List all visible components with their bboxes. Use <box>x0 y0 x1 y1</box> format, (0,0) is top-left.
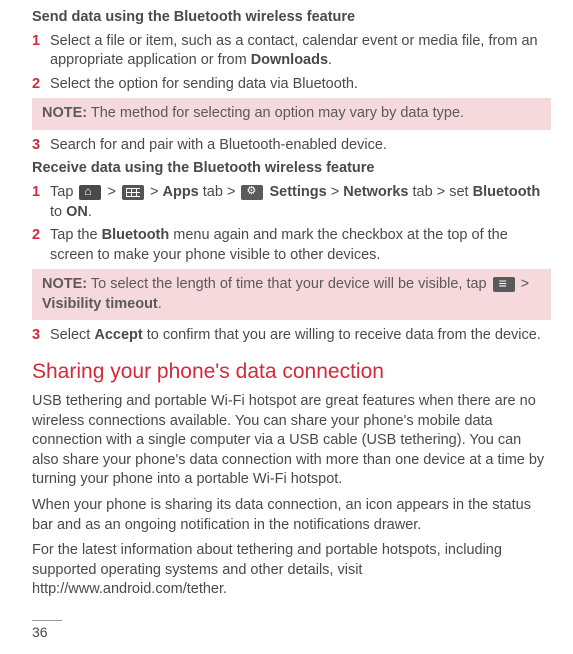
step-text: Select a file or item, such as a contact… <box>50 32 551 71</box>
sharing-title: Sharing your phone's data connection <box>32 358 551 386</box>
home-icon <box>79 185 101 200</box>
sharing-paragraph-3: For the latest information about tetheri… <box>32 541 551 600</box>
note-text: The method for selecting an option may v… <box>87 105 464 121</box>
settings-gear-icon <box>241 185 263 200</box>
step-text: Select Accept to confirm that you are wi… <box>50 326 551 346</box>
step-number: 1 <box>32 183 50 222</box>
step-text: Tap the Bluetooth menu again and mark th… <box>50 226 551 265</box>
send-step-2: 2 Select the option for sending data via… <box>32 75 551 95</box>
step-number: 3 <box>32 326 50 346</box>
step-text: Tap > > Apps tab > Settings > Networks t… <box>50 183 551 222</box>
note-box-2: NOTE: To select the length of time that … <box>32 269 551 320</box>
send-step-3: 3 Search for and pair with a Bluetooth-e… <box>32 136 551 156</box>
sharing-paragraph-2: When your phone is sharing its data conn… <box>32 496 551 535</box>
note-box-1: NOTE: The method for selecting an option… <box>32 98 551 130</box>
receive-step-1: 1 Tap > > Apps tab > Settings > Networks… <box>32 183 551 222</box>
send-heading: Send data using the Bluetooth wireless f… <box>32 8 551 28</box>
step-number: 2 <box>32 75 50 95</box>
sharing-paragraph-1: USB tethering and portable Wi-Fi hotspot… <box>32 392 551 490</box>
note-text: To select the length of time that your d… <box>87 276 491 292</box>
receive-step-2: 2 Tap the Bluetooth menu again and mark … <box>32 226 551 265</box>
send-step-1: 1 Select a file or item, such as a conta… <box>32 32 551 71</box>
step-text: Select the option for sending data via B… <box>50 75 551 95</box>
page-number: 36 <box>32 620 62 642</box>
receive-heading: Receive data using the Bluetooth wireles… <box>32 159 551 179</box>
step-number: 3 <box>32 136 50 156</box>
apps-grid-icon <box>122 185 144 200</box>
step-text: Search for and pair with a Bluetooth-ena… <box>50 136 551 156</box>
receive-step-3: 3 Select Accept to confirm that you are … <box>32 326 551 346</box>
step-number: 1 <box>32 32 50 71</box>
menu-icon <box>493 277 515 292</box>
step-number: 2 <box>32 226 50 265</box>
note-label: NOTE: <box>42 276 87 292</box>
note-label: NOTE: <box>42 105 87 121</box>
